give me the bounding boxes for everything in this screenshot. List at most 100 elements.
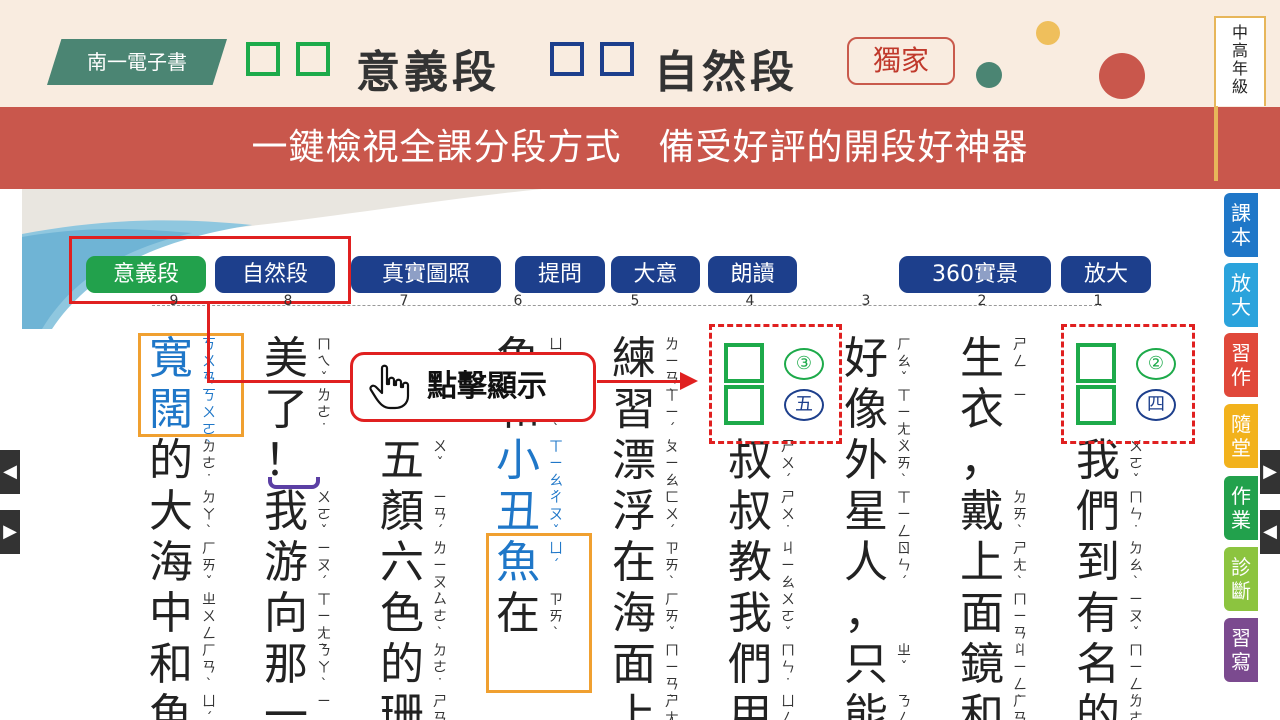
- text-char: 的: [149, 435, 193, 486]
- side-tab-6[interactable]: 習寫: [1224, 618, 1258, 682]
- text-char: 的: [1076, 690, 1120, 720]
- natural-paragraph-number: 五: [784, 389, 824, 421]
- text-char: 星: [844, 486, 888, 537]
- text-char: 們: [728, 639, 772, 690]
- bopomofo: ㄕㄢ: [433, 694, 447, 720]
- bopomofo: ㄉㄜ˙: [202, 439, 216, 489]
- meaning-paragraph-square: [1076, 385, 1116, 425]
- bopomofo: ㄉㄜ˙: [433, 643, 447, 693]
- text-char: 人: [844, 537, 888, 588]
- bopomofo: ㄖㄣˊ: [897, 541, 911, 591]
- bopomofo: ㄙㄜˋ: [433, 592, 447, 642]
- bopomofo: ㄉㄞˋ: [1013, 490, 1027, 540]
- bopomofo: ㄧ: [317, 694, 331, 710]
- text-char: 珊: [380, 690, 424, 720]
- next-page-arrow[interactable]: ▶: [1260, 450, 1280, 494]
- bopomofo: ㄨˇ: [433, 439, 447, 472]
- text-column: 練習漂浮在海面上: [607, 333, 661, 720]
- bopomofo: ㄕㄤˋ: [665, 694, 679, 720]
- bopomofo: ㄧㄡˇ: [1129, 592, 1143, 642]
- btn-read-aloud[interactable]: 朗讀: [708, 256, 797, 293]
- text-char: 只: [844, 639, 888, 690]
- prev-page-arrow[interactable]: ◀: [0, 450, 20, 494]
- text-char: 練: [612, 333, 656, 384]
- text-char: 們: [1076, 486, 1120, 537]
- green-square-icon: [246, 42, 280, 76]
- ebook-page: 意義段 自然段 真實圖照 提問 大意 朗讀 360實景 放大 9 8 7 6 5…: [22, 189, 1218, 720]
- green-square-icon: [296, 42, 330, 76]
- text-char: 一: [264, 690, 308, 720]
- bopomofo: ㄈㄨˊ: [665, 490, 679, 540]
- arrow-connector: [597, 380, 687, 383]
- prev-page-arrow-2[interactable]: ▶: [0, 510, 20, 554]
- text-char: 能: [844, 690, 888, 720]
- decor-dot-teal: [976, 62, 1002, 88]
- pointer-hand-icon: [369, 364, 410, 410]
- bopomofo: ㄋㄥˊ: [897, 694, 911, 720]
- ruler-number: 8: [283, 293, 293, 309]
- side-tab-4[interactable]: 作業: [1224, 476, 1258, 540]
- bopomofo: ㄋㄚˋ: [317, 643, 331, 693]
- bopomofo: ㄏㄠˇ: [897, 337, 911, 387]
- bopomofo: ㄨㄛˇ: [317, 490, 331, 540]
- text-char: 五: [380, 435, 424, 486]
- text-char: 教: [728, 537, 772, 588]
- text-char: 漂: [612, 435, 656, 486]
- btn-zoom[interactable]: 放大: [1061, 256, 1151, 293]
- text-char: 的: [380, 639, 424, 690]
- btn-360-view[interactable]: 360實景: [899, 256, 1051, 293]
- bopomofo: ㄨㄞˋ: [897, 439, 911, 489]
- blue-square-icon: [600, 42, 634, 76]
- text-char: 衣: [960, 384, 1004, 435]
- text-column: 五顏六色的珊: [375, 435, 429, 720]
- text-char: 六: [380, 537, 424, 588]
- side-tab-0[interactable]: 課本: [1224, 193, 1258, 257]
- next-page-arrow-2[interactable]: ◀: [1260, 510, 1280, 554]
- decor-dot-yellow: [1036, 21, 1060, 45]
- btn-real-photos[interactable]: 真實圖照: [351, 256, 501, 293]
- text-char: 習: [612, 384, 656, 435]
- text-char: 海: [149, 537, 193, 588]
- bopomofo: ㄧㄡˊ: [317, 541, 331, 591]
- ruler-number: 5: [630, 293, 640, 309]
- arrowhead-icon: [680, 372, 698, 390]
- text-char: 中: [149, 588, 193, 639]
- bopomofo: ㄕㄤˋ: [1013, 541, 1027, 591]
- side-tab-label: 習寫: [1231, 626, 1251, 674]
- side-tab-label: 課本: [1231, 201, 1251, 249]
- text-char: 到: [1076, 537, 1120, 588]
- callout-text: 點擊顯示: [427, 369, 547, 404]
- side-tab-5[interactable]: 診斷: [1224, 547, 1258, 611]
- text-char: 游: [264, 537, 308, 588]
- side-tab-label: 放大: [1231, 271, 1251, 319]
- bopomofo: ㄗㄞˋ: [665, 541, 679, 591]
- text-char: 美: [264, 333, 308, 384]
- title-meaning-paragraph: 意義段: [356, 47, 500, 98]
- side-tab-1[interactable]: 放大: [1224, 263, 1258, 327]
- meaning-paragraph-square: [1076, 343, 1116, 383]
- text-char: 小: [496, 435, 540, 486]
- decor-dot-red: [1099, 53, 1145, 99]
- bopomofo: ㄆㄧㄠ: [665, 439, 679, 489]
- text-char: ，: [844, 588, 888, 639]
- ruler-number: 6: [513, 293, 523, 309]
- meaning-paragraph-square: [724, 343, 764, 383]
- ruler-number: 7: [399, 293, 409, 309]
- text-column: 叔叔教我們用: [723, 435, 777, 720]
- text-char: 海: [612, 588, 656, 639]
- side-tab-2[interactable]: 習作: [1224, 333, 1258, 397]
- text-char: 魚: [149, 690, 193, 720]
- text-column: 我們到有名的: [1071, 435, 1125, 720]
- text-char: 大: [149, 486, 193, 537]
- bopomofo: ㄉㄠˋ: [1129, 541, 1143, 591]
- text-char: 上: [960, 537, 1004, 588]
- grade-label: 中高年級: [1214, 16, 1266, 106]
- btn-questions[interactable]: 提問: [515, 256, 605, 293]
- arrow-connector: [207, 304, 210, 382]
- banner-frame: [1214, 106, 1218, 181]
- side-tab-3[interactable]: 隨堂: [1224, 404, 1258, 468]
- header: 南一電子書 意義段 自然段 獨家 中高年級: [0, 0, 1280, 107]
- btn-summary[interactable]: 大意: [611, 256, 700, 293]
- bopomofo: ㄐㄧㄠ: [781, 541, 795, 591]
- text-char: 上: [612, 690, 656, 720]
